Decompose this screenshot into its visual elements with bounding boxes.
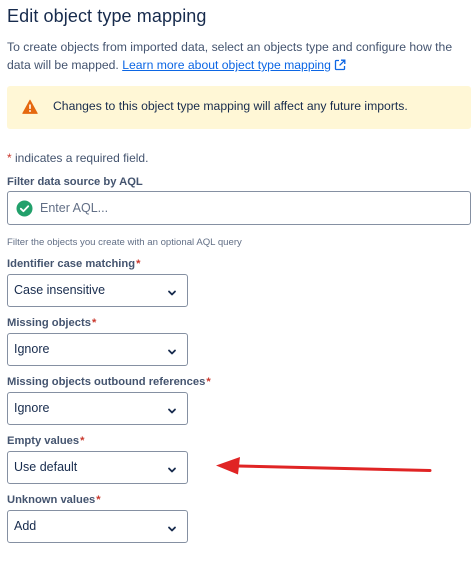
external-link-icon[interactable]: [334, 58, 346, 76]
required-field-note: * indicates a required field.: [7, 151, 148, 165]
missing-objects-outbound-references-label: Missing objects outbound references*: [7, 376, 211, 388]
required-star: *: [7, 151, 12, 165]
page-title: Edit object type mapping: [7, 6, 207, 26]
chevron-down-icon: [166, 404, 178, 416]
select-value: Ignore: [14, 401, 50, 415]
select-value: Use default: [14, 460, 78, 474]
identifier-case-matching-select[interactable]: Case insensitive: [7, 274, 188, 307]
aql-helper-text: Filter the objects you create with an op…: [7, 237, 242, 248]
chevron-down-icon: [166, 286, 178, 298]
field-label-text: Missing objects: [7, 317, 91, 329]
empty-values-label: Empty values*: [7, 435, 85, 447]
field-label-text: Unknown values: [7, 494, 96, 506]
warning-banner: Changes to this object type mapping will…: [7, 86, 471, 129]
identifier-case-matching-label: Identifier case matching*: [7, 258, 140, 270]
required-star: *: [80, 435, 85, 447]
unknown-values-label: Unknown values*: [7, 494, 101, 506]
warning-text: Changes to this object type mapping will…: [53, 99, 408, 113]
check-circle-icon: [16, 200, 33, 217]
field-label-text: Identifier case matching: [7, 258, 136, 270]
warning-triangle-icon: [22, 99, 38, 115]
required-note-text: indicates a required field.: [15, 151, 149, 165]
chevron-down-icon: [166, 463, 178, 475]
select-value: Case insensitive: [14, 283, 106, 297]
missing-objects-select[interactable]: Ignore: [7, 333, 188, 366]
select-value: Add: [14, 519, 37, 533]
required-star: *: [136, 258, 141, 270]
chevron-down-icon: [166, 345, 178, 357]
aql-filter-input[interactable]: Enter AQL...: [7, 191, 471, 225]
empty-values-select[interactable]: Use default: [7, 451, 188, 484]
field-label-text: Missing objects outbound references: [7, 376, 206, 388]
field-label-text: Empty values: [7, 435, 80, 447]
chevron-down-icon: [166, 522, 178, 534]
missing-objects-label: Missing objects*: [7, 317, 96, 329]
select-value: Ignore: [14, 342, 50, 356]
required-star: *: [96, 494, 101, 506]
required-star: *: [206, 376, 211, 388]
unknown-values-select[interactable]: Add: [7, 510, 188, 543]
learn-more-link[interactable]: Learn more about object type mapping: [122, 58, 331, 72]
annotation-arrow: [214, 455, 432, 479]
aql-filter-placeholder: Enter AQL...: [40, 201, 109, 215]
required-star: *: [91, 317, 97, 329]
aql-filter-label: Filter data source by AQL: [7, 176, 143, 188]
missing-objects-outbound-references-select[interactable]: Ignore: [7, 392, 188, 425]
description: To create objects from imported data, se…: [7, 38, 469, 76]
